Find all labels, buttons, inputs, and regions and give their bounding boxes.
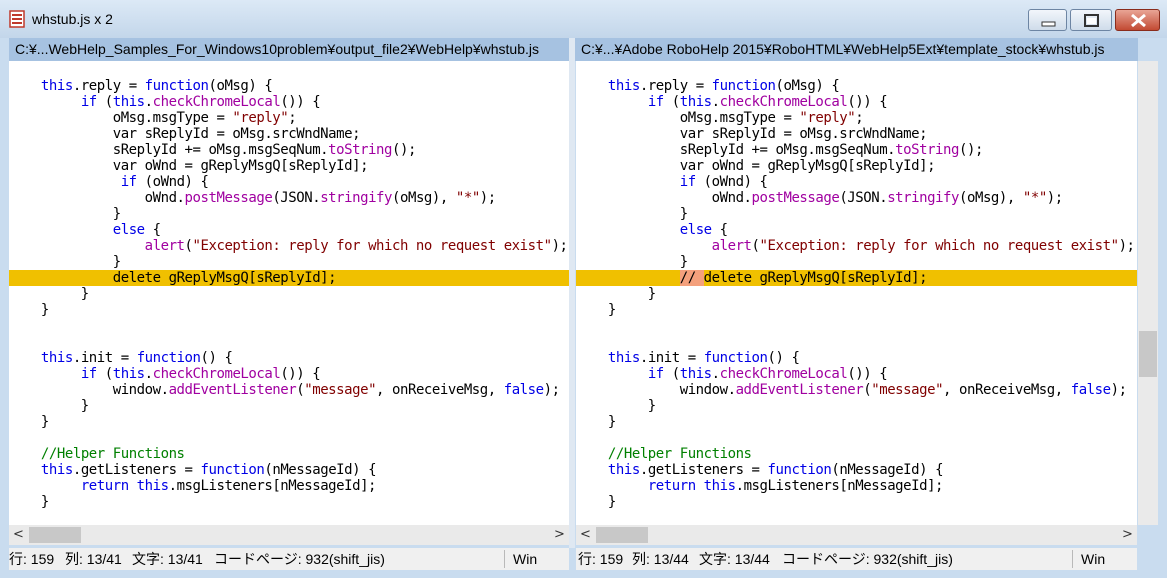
close-icon	[1131, 13, 1146, 28]
code-line: }	[9, 398, 89, 414]
status-line: 行: 159	[578, 551, 624, 567]
code-line: this.init = function() {	[607, 350, 800, 366]
code-line: alert("Exception: reply for which no req…	[144, 238, 568, 254]
code-line: if (this.checkChromeLocal()) {	[80, 366, 321, 382]
status-eol: Win	[1081, 551, 1106, 567]
code-line: }	[9, 254, 121, 270]
code-line: }	[576, 286, 656, 302]
status-char: 文字: 13/41	[132, 551, 203, 567]
code-line: var sReplyId = oMsg.srcWndName;	[576, 126, 928, 142]
right-editor[interactable]: this.reply = function(oMsg) { if (this.c…	[576, 61, 1137, 525]
code-line: if (this.checkChromeLocal()) {	[647, 366, 888, 382]
code-line: }	[576, 302, 616, 318]
code-line: oMsg.msgType = "reply";	[576, 110, 864, 126]
status-column: 列: 13/44	[632, 551, 689, 567]
pane-splitter[interactable]	[569, 38, 575, 548]
right-horizontal-scrollbar[interactable]: < >	[576, 525, 1137, 545]
code-line: var oWnd = gReplyMsgQ[sReplyId];	[576, 158, 936, 174]
code-line: this.getListeners = function(nMessageId)…	[40, 462, 377, 478]
scroll-right-arrow-icon[interactable]: >	[554, 527, 565, 542]
code-line: }	[9, 302, 49, 318]
code-line: return this.msgListeners[nMessageId];	[647, 478, 944, 494]
code-line: sReplyId += oMsg.msgSeqNum.toString();	[9, 142, 417, 158]
code-line: oMsg.msgType = "reply";	[9, 110, 297, 126]
code-line: }	[576, 414, 616, 430]
code-line: var sReplyId = oMsg.srcWndName;	[9, 126, 361, 142]
code-line: this.reply = function(oMsg) {	[607, 78, 840, 94]
document-diff-icon	[9, 10, 25, 28]
window-title: whstub.js x 2	[32, 11, 113, 27]
scroll-left-arrow-icon[interactable]: <	[13, 527, 24, 542]
code-line: window.addEventListener("message", onRec…	[576, 382, 1127, 398]
maximize-button[interactable]	[1070, 9, 1112, 31]
code-line: return this.msgListeners[nMessageId];	[80, 478, 377, 494]
left-file-path: C:¥...WebHelp_Samples_For_Windows10probl…	[9, 38, 569, 61]
left-horizontal-scroll-thumb[interactable]	[29, 527, 81, 543]
vertical-scrollbar[interactable]	[1138, 61, 1158, 525]
code-comment: //Helper Functions	[40, 446, 185, 462]
scroll-right-arrow-icon[interactable]: >	[1122, 527, 1133, 542]
right-file-path: C:¥...¥Adobe RoboHelp 2015¥RoboHTML¥WebH…	[575, 38, 1138, 61]
code-line: }	[9, 494, 49, 510]
code-line: }	[9, 286, 89, 302]
code-line: if (this.checkChromeLocal()) {	[80, 94, 321, 110]
diff-marker: //	[679, 270, 704, 286]
code-line: oWnd.postMessage(JSON.stringify(oMsg), "…	[9, 190, 497, 206]
vertical-scroll-thumb[interactable]	[1139, 331, 1157, 377]
code-line: this.init = function() {	[40, 350, 233, 366]
code-line: if (oWnd) {	[679, 174, 768, 190]
diff-window: whstub.js x 2 C:¥...WebHelp_Samples_For_…	[0, 0, 1167, 578]
highlighted-code-line: delete gReplyMsgQ[sReplyId];	[9, 270, 569, 286]
minimize-button[interactable]	[1028, 9, 1067, 31]
code-line: oWnd.postMessage(JSON.stringify(oMsg), "…	[576, 190, 1064, 206]
code-line: }	[576, 206, 688, 222]
code-line: }	[576, 254, 688, 270]
code-line: else {	[679, 222, 728, 238]
code-line: }	[9, 206, 121, 222]
right-horizontal-scroll-thumb[interactable]	[596, 527, 648, 543]
code-line: window.addEventListener("message", onRec…	[9, 382, 560, 398]
code-line: if (oWnd) {	[120, 174, 209, 190]
code-line: }	[576, 494, 616, 510]
code-line: this.reply = function(oMsg) {	[40, 78, 273, 94]
code-line: this.getListeners = function(nMessageId)…	[607, 462, 944, 478]
left-horizontal-scrollbar[interactable]: < >	[9, 525, 569, 545]
code-line: alert("Exception: reply for which no req…	[711, 238, 1135, 254]
status-column: 列: 13/41	[65, 551, 122, 567]
code-line: else {	[112, 222, 161, 238]
title-bar: whstub.js x 2	[0, 0, 1167, 38]
status-line: 行: 159	[9, 551, 55, 567]
code-line: }	[9, 414, 49, 430]
code-line: }	[576, 398, 656, 414]
code-line: var oWnd = gReplyMsgQ[sReplyId];	[9, 158, 369, 174]
close-button[interactable]	[1115, 9, 1160, 31]
left-editor[interactable]: this.reply = function(oMsg) { if (this.c…	[9, 61, 569, 525]
code-line: sReplyId += oMsg.msgSeqNum.toString();	[576, 142, 984, 158]
status-eol: Win	[513, 551, 538, 567]
right-status-bar: 行: 159 列: 13/44 文字: 13/44 コードページ: 932(sh…	[576, 548, 1137, 570]
highlighted-code-line: // delete gReplyMsgQ[sReplyId];	[576, 270, 1137, 286]
status-codepage: コードページ: 932(shift_jis)	[782, 551, 953, 567]
code-line: if (this.checkChromeLocal()) {	[647, 94, 888, 110]
code-comment: //Helper Functions	[576, 446, 752, 462]
minimize-icon	[1041, 21, 1056, 27]
scroll-left-arrow-icon[interactable]: <	[580, 527, 591, 542]
status-char: 文字: 13/44	[699, 551, 770, 567]
left-status-bar: 行: 159 列: 13/41 文字: 13/41 コードページ: 932(sh…	[9, 548, 569, 570]
status-codepage: コードページ: 932(shift_jis)	[214, 551, 385, 567]
maximize-icon	[1084, 14, 1099, 27]
